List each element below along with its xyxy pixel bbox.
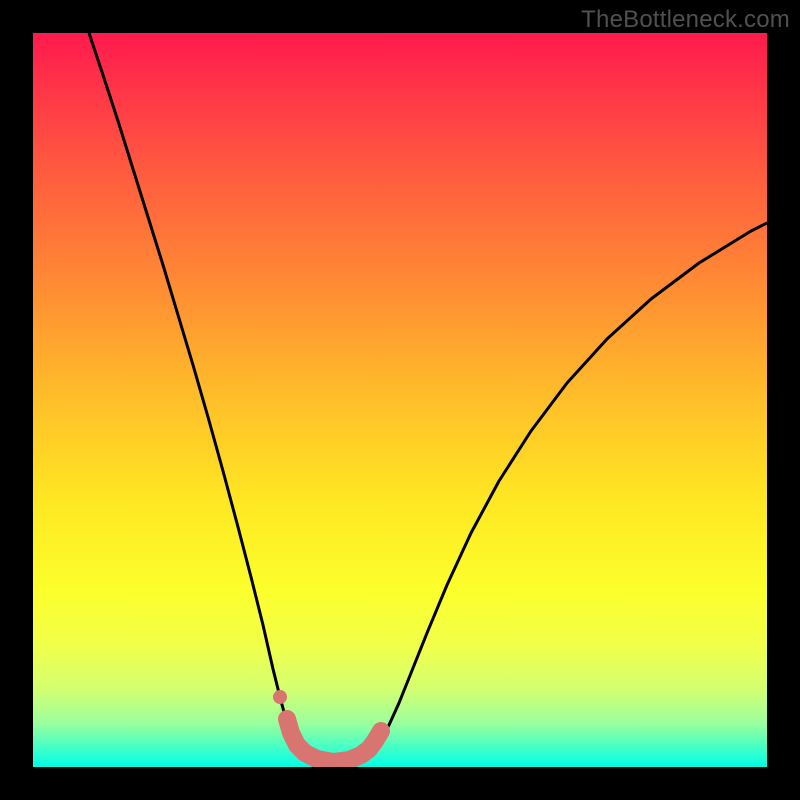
chart-frame: TheBottleneck.com — [0, 0, 800, 800]
watermark-text: TheBottleneck.com — [581, 6, 790, 34]
series-highlight-band — [287, 719, 381, 762]
chart-svg — [33, 33, 767, 767]
series-bottleneck-curve — [89, 33, 767, 763]
series-highlight-dot — [273, 690, 287, 704]
plot-area — [33, 33, 767, 767]
